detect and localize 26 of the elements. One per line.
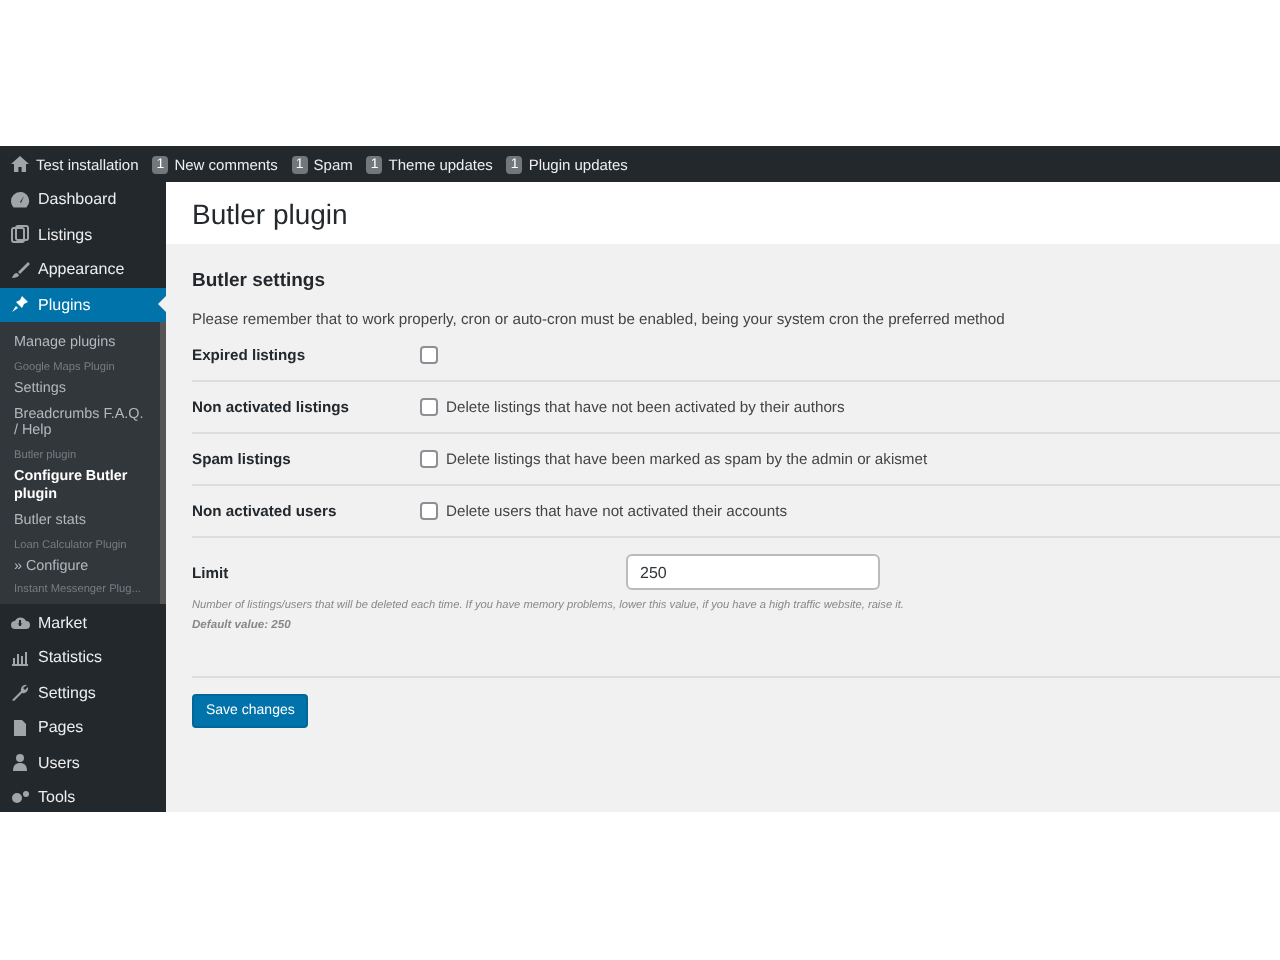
limit-input[interactable]: 250 — [626, 554, 880, 590]
menu-item[interactable]: Dashboard — [0, 182, 166, 217]
checkbox[interactable] — [420, 502, 438, 520]
menu-item[interactable]: Appearance — [0, 252, 166, 287]
chart-icon — [10, 647, 30, 668]
menu-item[interactable]: Tools — [0, 779, 166, 812]
dashboard-icon — [10, 189, 30, 210]
cloud-icon — [10, 612, 30, 633]
checkbox[interactable] — [420, 450, 438, 468]
menu-item[interactable]: Listings — [0, 217, 166, 252]
menu-item[interactable]: Plugins — [0, 287, 166, 322]
menu-item[interactable]: Settings — [0, 674, 166, 710]
page-title: Butler plugin — [166, 182, 1280, 244]
section-heading: Butler settings — [192, 270, 328, 292]
menu-item[interactable]: Users — [0, 744, 166, 780]
user-icon — [10, 752, 30, 773]
menu-item[interactable]: Market — [0, 604, 166, 640]
listings-icon — [10, 224, 30, 245]
checkbox[interactable] — [420, 398, 438, 416]
home-icon — [10, 154, 30, 174]
brush-icon — [10, 259, 30, 280]
menu-item[interactable]: Pages — [0, 709, 166, 745]
page-icon — [10, 717, 30, 738]
checkbox[interactable] — [420, 346, 438, 364]
menu-item[interactable]: Statistics — [0, 639, 166, 675]
wrench-icon — [10, 682, 30, 703]
